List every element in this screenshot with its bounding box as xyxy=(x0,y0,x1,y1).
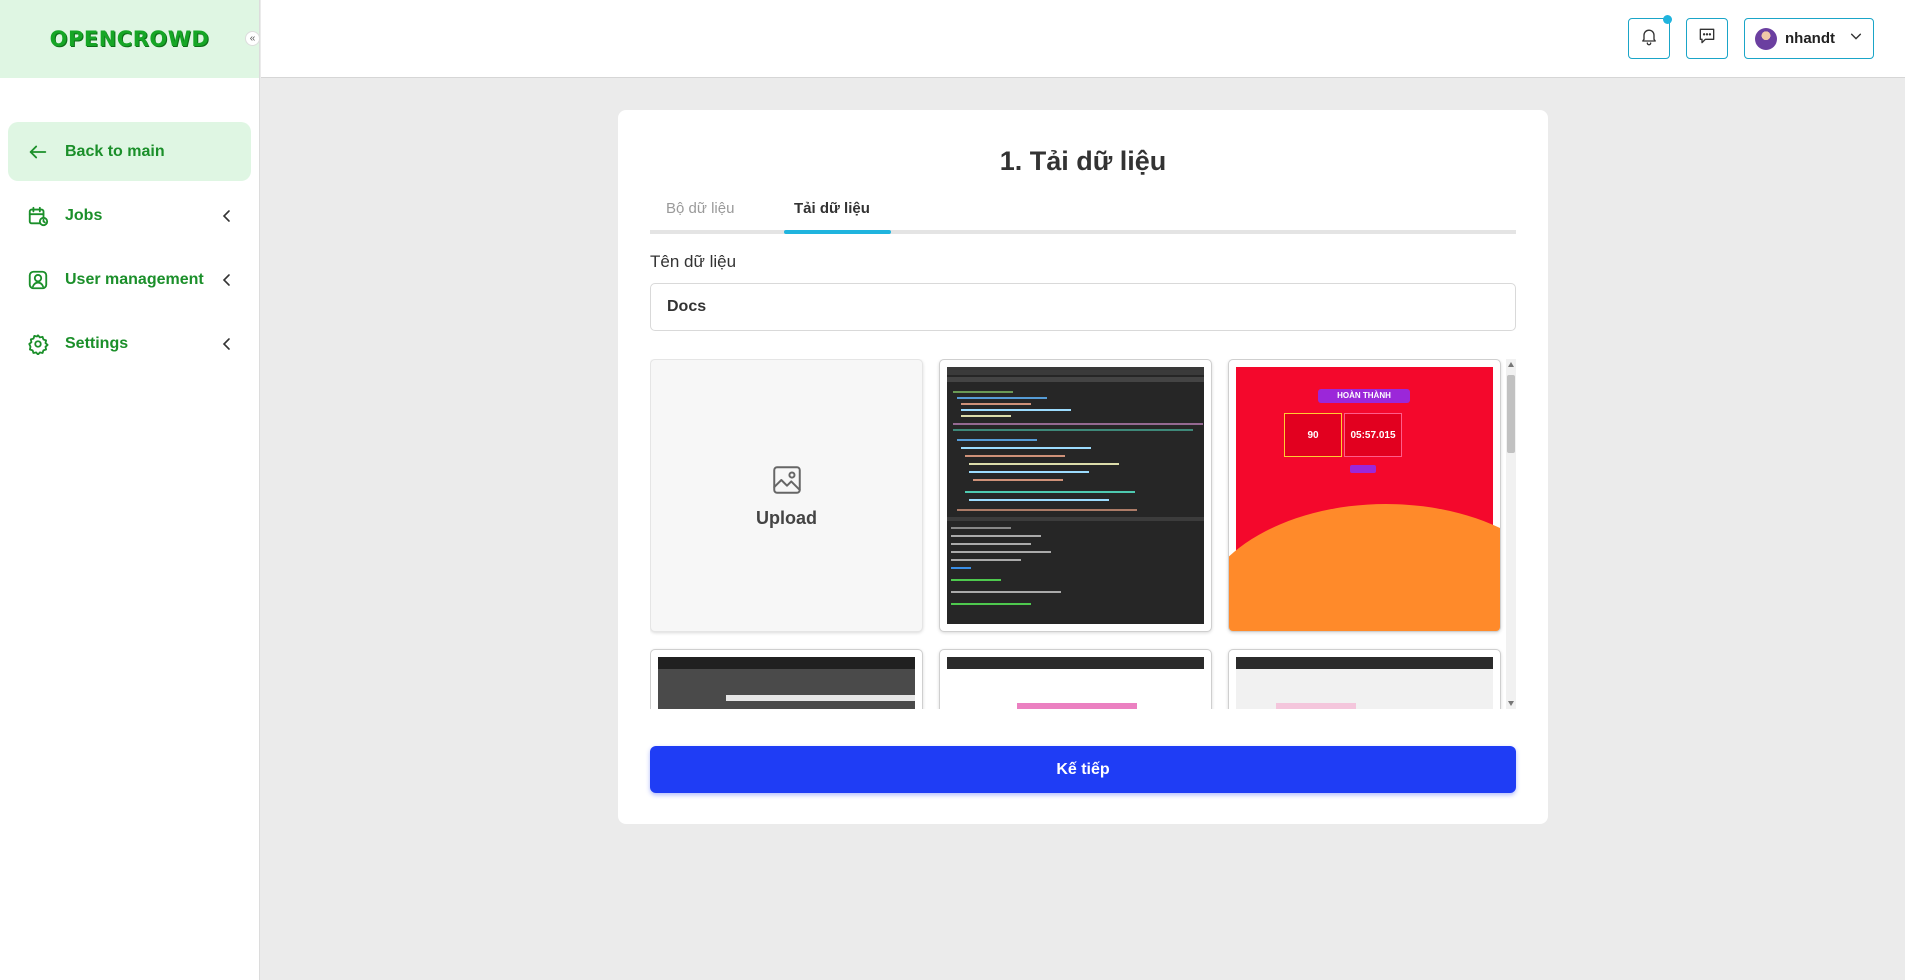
messages-button[interactable] xyxy=(1686,18,1728,59)
image-thumbnail[interactable]: HOÀN THÀNH 90 05:57.015 xyxy=(1228,359,1501,632)
calendar-icon xyxy=(26,204,50,228)
dataset-name-input[interactable] xyxy=(650,283,1516,331)
logo: OPENCROWD xyxy=(49,27,210,51)
image-thumbnail[interactable] xyxy=(939,649,1212,709)
next-button[interactable]: Kế tiếp xyxy=(650,746,1516,793)
sidebar-item-label: User management xyxy=(65,270,204,288)
image-thumbnail[interactable] xyxy=(1228,649,1501,709)
bell-icon xyxy=(1639,26,1659,51)
active-tab-indicator xyxy=(784,230,891,234)
image-icon xyxy=(770,463,804,502)
arrow-left-icon xyxy=(26,140,50,164)
scroll-up-icon xyxy=(1508,362,1514,367)
chevron-down-icon xyxy=(1849,29,1863,48)
dataset-name-label: Tên dữ liệu xyxy=(650,252,737,271)
scroll-thumb[interactable] xyxy=(1507,375,1515,453)
thumbnail-time: 05:57.015 xyxy=(1344,413,1402,457)
upload-tile[interactable]: Upload xyxy=(650,359,923,632)
gear-icon xyxy=(26,332,50,356)
sidebar-item-label: Settings xyxy=(65,334,129,352)
page-title: 1. Tải dữ liệu xyxy=(999,146,1167,176)
sidebar-item-label: Jobs xyxy=(65,206,103,224)
sidebar-item-settings[interactable]: Settings xyxy=(8,314,251,373)
thumbnail-banner: HOÀN THÀNH xyxy=(1318,389,1410,403)
thumbnail-image: HOÀN THÀNH 90 05:57.015 xyxy=(1229,367,1500,631)
sidebar-item-jobs[interactable]: Jobs xyxy=(8,186,251,245)
username: nhandt xyxy=(1785,30,1835,47)
tabs: Bộ dữ liệu Tải dữ liệu xyxy=(650,188,1516,234)
avatar xyxy=(1755,27,1777,50)
user-square-icon xyxy=(26,268,50,292)
chevron-left-icon xyxy=(219,336,235,352)
message-icon xyxy=(1697,26,1717,51)
collapse-sidebar-button[interactable]: « xyxy=(245,31,260,46)
sidebar-item-user-management[interactable]: User management xyxy=(8,250,251,309)
user-menu[interactable]: nhandt xyxy=(1744,18,1874,59)
image-thumbnail[interactable] xyxy=(939,359,1212,632)
sidebar: OPENCROWD « Back to main Jobs User manag… xyxy=(0,0,260,980)
image-gallery: Upload HOÀN THÀNH 90 05:57.015 xyxy=(650,359,1516,709)
image-thumbnail[interactable] xyxy=(650,649,923,709)
tab-dataset[interactable]: Bộ dữ liệu xyxy=(666,200,734,217)
thumbnail-image xyxy=(1236,657,1493,709)
chevron-left-icon xyxy=(219,272,235,288)
thumbnail-image xyxy=(947,657,1204,709)
scroll-down-icon xyxy=(1508,701,1514,706)
notification-dot xyxy=(1663,15,1672,24)
sidebar-nav: Back to main Jobs User management Settin… xyxy=(0,78,259,373)
gallery-scrollbar[interactable] xyxy=(1506,359,1516,709)
sidebar-item-label: Back to main xyxy=(65,142,165,160)
thumbnail-score: 90 xyxy=(1284,413,1342,457)
upload-card: 1. Tải dữ liệu Bộ dữ liệu Tải dữ liệu Tê… xyxy=(618,110,1548,824)
tab-upload-data[interactable]: Tải dữ liệu xyxy=(794,200,870,217)
thumbnail-image xyxy=(658,657,915,709)
notifications-button[interactable] xyxy=(1628,15,1672,59)
sidebar-item-back-to-main[interactable]: Back to main xyxy=(8,122,251,181)
thumbnail-image xyxy=(947,367,1204,624)
upload-label: Upload xyxy=(756,507,817,528)
chevron-left-icon xyxy=(219,208,235,224)
logo-area: OPENCROWD « xyxy=(0,0,260,78)
top-header: nhandt xyxy=(261,0,1905,78)
